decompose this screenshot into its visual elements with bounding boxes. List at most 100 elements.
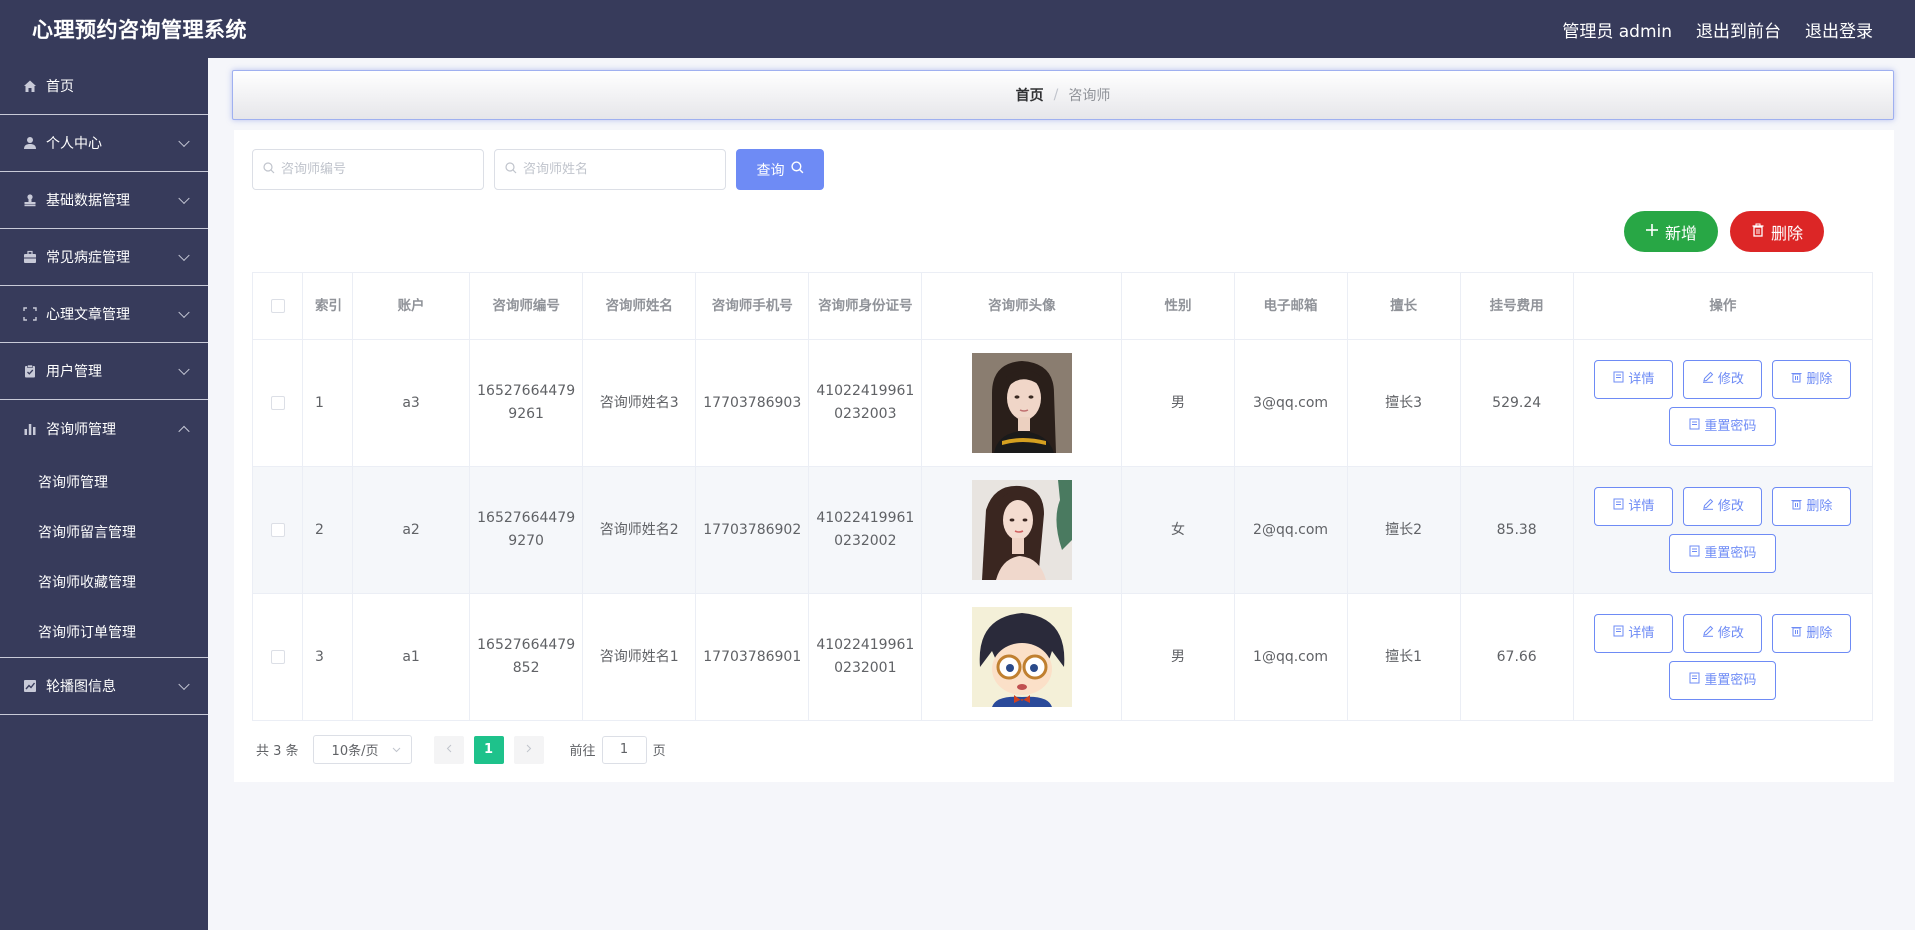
delete-button-label: 删除 [1806,499,1833,514]
row-checkbox[interactable] [270,522,285,537]
header-name: 咨询师姓名 [582,272,697,340]
breadcrumb-home[interactable]: 首页 [1016,85,1044,105]
batch-delete-button[interactable]: 删除 [1730,211,1824,252]
breadcrumb: 首页 / 咨询师 [232,70,1894,120]
sidebar-item-label: 基础数据管理 [46,193,130,209]
counselor-name-input[interactable] [523,162,703,177]
document-icon [1689,669,1700,692]
page-size-select[interactable]: 10条/页 [312,735,412,764]
cell-id-card: 41022419961 0232001 [808,593,923,721]
document-icon [1689,415,1700,438]
reset-password-button[interactable]: 重置密码 [1669,407,1777,446]
cell-name: 咨询师姓名2 [582,466,697,594]
detail-button[interactable]: 详情 [1594,360,1674,399]
sidebar-item-label: 用户管理 [46,364,102,380]
cell-index: 3 [302,593,354,721]
delete-button[interactable]: 删除 [1772,360,1852,399]
detail-button-label: 详情 [1628,499,1655,514]
row-checkbox[interactable] [270,649,285,664]
cell-specialty: 擅长3 [1346,339,1461,467]
add-button[interactable]: 新增 [1624,211,1718,252]
sidebar-item-basic-data[interactable]: 基础数据管理 [0,172,208,229]
select-all-cell[interactable] [251,272,304,340]
sidebar-subitem-counselor-messages[interactable]: 咨询师留言管理 [0,507,208,557]
sidebar-item-home[interactable]: 首页 [0,58,208,115]
cell-id-card: 41022419961 0232003 [808,339,923,467]
header-avatar: 咨询师头像 [921,272,1123,340]
document-icon [1613,495,1624,518]
chevron-down-icon [178,192,190,205]
app-title: 心理预约咨询管理系统 [32,18,247,42]
top-right-nav: 管理员 admin 退出到前台 退出登录 [1562,17,1873,42]
cell-phone: 17703786902 [695,466,810,594]
reset-password-button[interactable]: 重置密码 [1669,661,1777,700]
sidebar-subitem-counselor-manage[interactable]: 咨询师管理 [0,457,208,507]
goto-page-input[interactable]: 1 [601,735,647,764]
sidebar-item-label: 轮播图信息 [46,679,116,695]
counselor-code-input[interactable] [281,162,461,177]
delete-button-label: 删除 [1806,372,1833,387]
row-select-cell[interactable] [251,593,304,721]
cell-id-card: 41022419961 0232002 [808,466,923,594]
chevron-down-icon [178,306,190,319]
search-icon [263,161,275,178]
table-row: 1 a3 16527664479 9261 咨询师姓名3 17703786903… [251,339,1874,467]
page-number-active[interactable]: 1 [473,735,504,764]
next-page-button[interactable] [513,735,544,764]
search-row: 查询 [252,149,824,190]
goto-page: 前往 1 页 [570,735,666,764]
bar-chart-icon [22,421,38,437]
chevron-down-icon [178,135,190,148]
detail-button[interactable]: 详情 [1594,614,1674,653]
header-index: 索引 [302,272,354,340]
row-checkbox[interactable] [270,395,285,410]
goto-suffix: 页 [652,744,666,759]
main-panel: 查询 新增 删除 索引 账户 咨询师编号 [234,130,1894,782]
cell-actions: 详情 修改 删除 重置密码 [1572,466,1874,594]
cell-index: 2 [302,466,354,594]
counselor-table: 索引 账户 咨询师编号 咨询师姓名 咨询师手机号 咨询师身份证号 咨询师头像 性… [251,272,1874,721]
edit-button[interactable]: 修改 [1683,487,1763,526]
sidebar-item-common-disease[interactable]: 常见病症管理 [0,229,208,286]
document-icon [1613,622,1624,645]
reset-password-button[interactable]: 重置密码 [1669,534,1777,573]
header-phone: 咨询师手机号 [695,272,810,340]
row-select-cell[interactable] [251,339,304,467]
sidebar-item-carousel[interactable]: 轮播图信息 [0,658,208,715]
query-button[interactable]: 查询 [736,149,824,190]
sidebar-item-personal-center[interactable]: 个人中心 [0,115,208,172]
delete-button[interactable]: 删除 [1772,487,1852,526]
select-all-checkbox[interactable] [270,299,285,313]
table-row: 2 a2 16527664479 9270 咨询师姓名2 17703786902… [251,466,1874,594]
cell-name: 咨询师姓名1 [582,593,697,721]
cell-fee: 67.66 [1459,593,1574,721]
sidebar-item-users[interactable]: 用户管理 [0,343,208,400]
admin-user-label[interactable]: 管理员 admin [1562,17,1672,42]
prev-page-button[interactable] [433,735,464,764]
header-actions: 操作 [1572,272,1874,340]
pencil-icon [1702,368,1714,391]
delete-button[interactable]: 删除 [1772,614,1852,653]
edit-button[interactable]: 修改 [1683,360,1763,399]
reset-password-label: 重置密码 [1704,546,1757,561]
exit-to-front-link[interactable]: 退出到前台 [1696,17,1781,42]
counselor-name-search[interactable] [494,149,726,190]
chevron-left-icon [446,742,452,757]
counselor-code-search[interactable] [252,149,484,190]
sidebar-subitem-counselor-favorites[interactable]: 咨询师收藏管理 [0,557,208,607]
header-id-card: 咨询师身份证号 [808,272,923,340]
cell-fee: 529.24 [1459,339,1574,467]
sidebar-item-articles[interactable]: 心理文章管理 [0,286,208,343]
sidebar-subitem-counselor-orders[interactable]: 咨询师订单管理 [0,607,208,657]
row-select-cell[interactable] [251,466,304,594]
chevron-down-icon [392,742,401,757]
cell-fee: 85.38 [1459,466,1574,594]
sidebar-item-counselors[interactable]: 咨询师管理 [0,400,208,457]
sidebar-item-label: 常见病症管理 [46,250,130,266]
cell-account: a3 [352,339,471,467]
detail-button[interactable]: 详情 [1594,487,1674,526]
cell-avatar [921,466,1123,594]
logout-link[interactable]: 退出登录 [1805,17,1873,42]
edit-button[interactable]: 修改 [1683,614,1763,653]
table-header-row: 索引 账户 咨询师编号 咨询师姓名 咨询师手机号 咨询师身份证号 咨询师头像 性… [251,272,1874,340]
